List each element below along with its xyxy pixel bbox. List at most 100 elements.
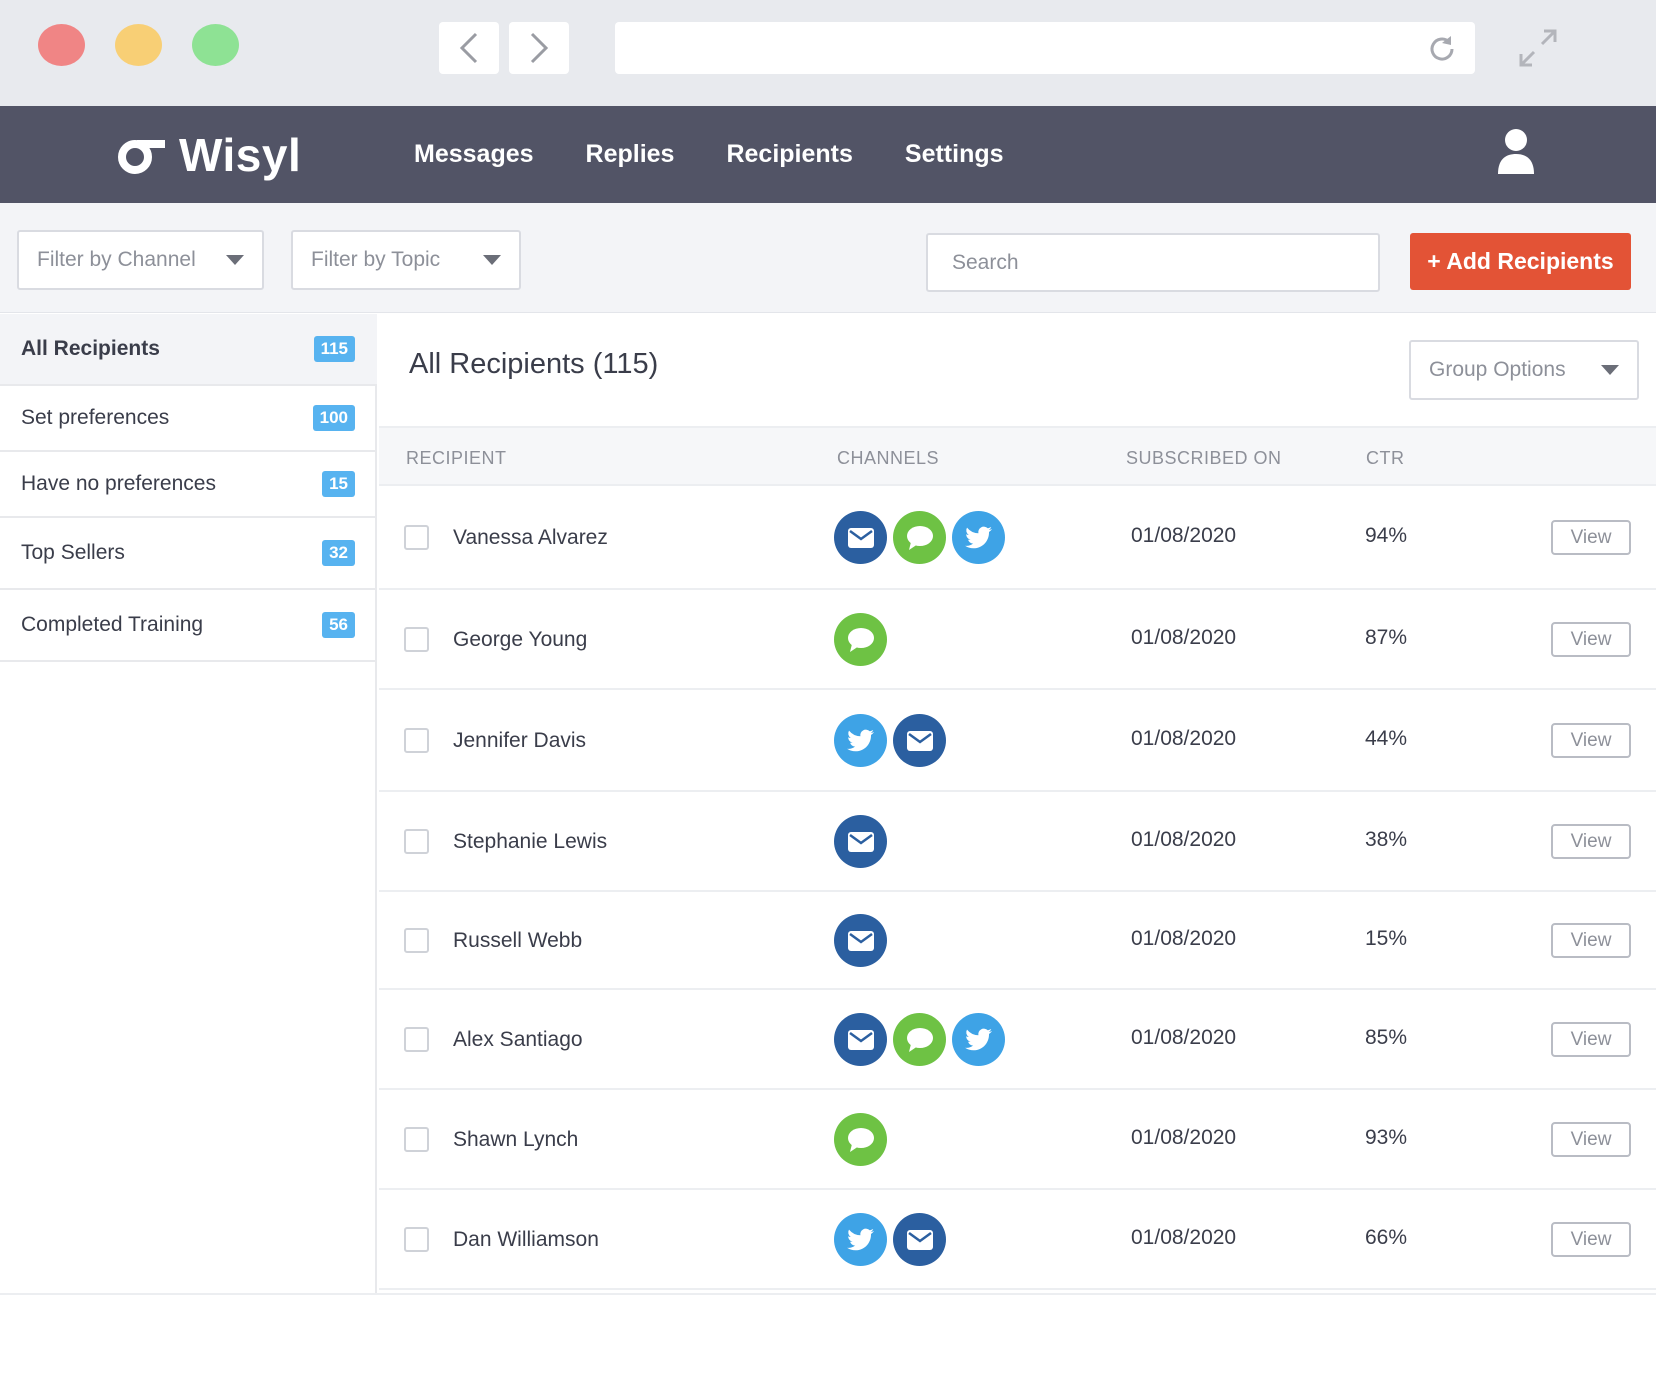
channel-icons [834, 511, 1005, 564]
count-badge: 56 [322, 612, 355, 638]
column-header-subscribed-on[interactable]: SUBSCRIBED ON [1126, 448, 1282, 469]
group-options-select[interactable]: Group Options [1409, 340, 1639, 400]
email-channel-icon [834, 1013, 887, 1066]
sidebar-item-all-recipients[interactable]: All Recipients 115 [0, 314, 377, 386]
add-recipients-button[interactable]: + Add Recipients [1410, 233, 1631, 290]
row-checkbox[interactable] [404, 829, 429, 854]
channel-icons [834, 714, 946, 767]
menu-item-replies[interactable]: Replies [586, 140, 675, 169]
divider [0, 1293, 1656, 1295]
row-checkbox[interactable] [404, 1227, 429, 1252]
url-bar[interactable] [615, 22, 1475, 74]
column-header-channels[interactable]: CHANNELS [837, 448, 939, 469]
reload-icon[interactable] [1427, 34, 1457, 64]
email-channel-icon [834, 914, 887, 967]
ctr-value: 93% [1365, 1126, 1408, 1149]
count-badge: 32 [322, 540, 355, 566]
row-checkbox[interactable] [404, 928, 429, 953]
email-channel-icon [893, 1213, 946, 1266]
recipient-name: Alex Santiago [453, 1028, 583, 1051]
subscribed-date: 01/08/2020 [1131, 828, 1237, 851]
menu-item-recipients[interactable]: Recipients [726, 140, 852, 169]
sidebar-item-label: Have no preferences [21, 472, 216, 495]
count-badge: 115 [313, 336, 355, 362]
chevron-right-icon [530, 32, 549, 64]
chevron-left-icon [459, 32, 478, 64]
minimize-window-dot[interactable] [115, 24, 162, 66]
column-header-ctr[interactable]: CTR [1366, 448, 1405, 469]
view-button[interactable]: View [1551, 622, 1631, 657]
sms-channel-icon [893, 1013, 946, 1066]
channel-icons [834, 613, 887, 666]
page-title: All Recipients (115) [409, 348, 659, 380]
filter-by-channel-select[interactable]: Filter by Channel [17, 230, 264, 290]
row-checkbox[interactable] [404, 728, 429, 753]
view-button[interactable]: View [1551, 1222, 1631, 1257]
view-button[interactable]: View [1551, 520, 1631, 555]
recipient-name: Russell Webb [453, 929, 583, 952]
subscribed-date: 01/08/2020 [1131, 727, 1237, 750]
logo[interactable]: Wisyl [115, 128, 301, 182]
table-row: Shawn Lynch 01/08/2020 93% View [379, 1090, 1656, 1190]
view-button[interactable]: View [1551, 723, 1631, 758]
browser-chrome [0, 0, 1656, 106]
table-header: RECIPIENT CHANNELS SUBSCRIBED ON CTR [379, 426, 1656, 486]
count-badge: 15 [322, 471, 355, 497]
count-badge: 100 [312, 405, 355, 431]
view-button[interactable]: View [1551, 824, 1631, 859]
recipient-name: Jennifer Davis [453, 729, 587, 752]
recipient-name: Dan Williamson [453, 1228, 599, 1251]
filter-by-topic-label: Filter by Topic [311, 248, 441, 271]
sidebar-item-top-sellers[interactable]: Top Sellers 32 [0, 518, 377, 590]
channel-icons [834, 1013, 1005, 1066]
back-button[interactable] [439, 22, 499, 74]
twitter-channel-icon [834, 714, 887, 767]
twitter-channel-icon [952, 1013, 1005, 1066]
view-button[interactable]: View [1551, 1022, 1631, 1057]
logo-text: Wisyl [179, 129, 302, 181]
column-header-recipient[interactable]: RECIPIENT [406, 448, 507, 469]
menu-item-messages[interactable]: Messages [414, 140, 534, 169]
caret-down-icon [226, 255, 244, 265]
view-button[interactable]: View [1551, 1122, 1631, 1157]
twitter-channel-icon [952, 511, 1005, 564]
row-checkbox[interactable] [404, 1027, 429, 1052]
main-menu: Messages Replies Recipients Settings [414, 106, 1004, 203]
forward-button[interactable] [509, 22, 569, 74]
subscribed-date: 01/08/2020 [1131, 1026, 1237, 1049]
table-row: Alex Santiago 01/08/2020 85% View [379, 990, 1656, 1090]
row-checkbox[interactable] [404, 627, 429, 652]
ctr-value: 85% [1365, 1026, 1408, 1049]
caret-down-icon [483, 255, 501, 265]
ctr-value: 87% [1365, 626, 1408, 649]
email-channel-icon [834, 815, 887, 868]
view-button[interactable]: View [1551, 923, 1631, 958]
expand-icon[interactable] [1516, 26, 1560, 70]
row-checkbox[interactable] [404, 525, 429, 550]
menu-item-settings[interactable]: Settings [905, 140, 1004, 169]
sidebar-item-completed-training[interactable]: Completed Training 56 [0, 590, 377, 662]
app-header: Wisyl Messages Replies Recipients Settin… [0, 106, 1656, 203]
sidebar-item-have-no-preferences[interactable]: Have no preferences 15 [0, 452, 377, 518]
email-channel-icon [834, 511, 887, 564]
sidebar-item-label: Top Sellers [21, 541, 125, 564]
subscribed-date: 01/08/2020 [1131, 1126, 1237, 1149]
sidebar-item-set-preferences[interactable]: Set preferences 100 [0, 386, 377, 452]
channel-icons [834, 1213, 946, 1266]
search-input[interactable] [926, 233, 1380, 292]
recipient-name: Stephanie Lewis [453, 830, 608, 853]
table-row: Dan Williamson 01/08/2020 66% View [379, 1190, 1656, 1290]
filter-bar: Filter by Channel Filter by Topic + Add … [0, 203, 1656, 313]
wisyl-logo-icon [118, 140, 165, 174]
channel-icons [834, 1113, 887, 1166]
caret-down-icon [1601, 365, 1619, 375]
user-icon[interactable] [1497, 128, 1535, 174]
row-checkbox[interactable] [404, 1127, 429, 1152]
table-row: Jennifer Davis 01/08/2020 44% View [379, 690, 1656, 792]
filter-by-topic-select[interactable]: Filter by Topic [291, 230, 521, 290]
subscribed-date: 01/08/2020 [1131, 927, 1237, 950]
close-window-dot[interactable] [38, 24, 85, 66]
ctr-value: 44% [1365, 727, 1408, 750]
maximize-window-dot[interactable] [192, 24, 239, 66]
sidebar-item-label: Completed Training [21, 613, 204, 636]
